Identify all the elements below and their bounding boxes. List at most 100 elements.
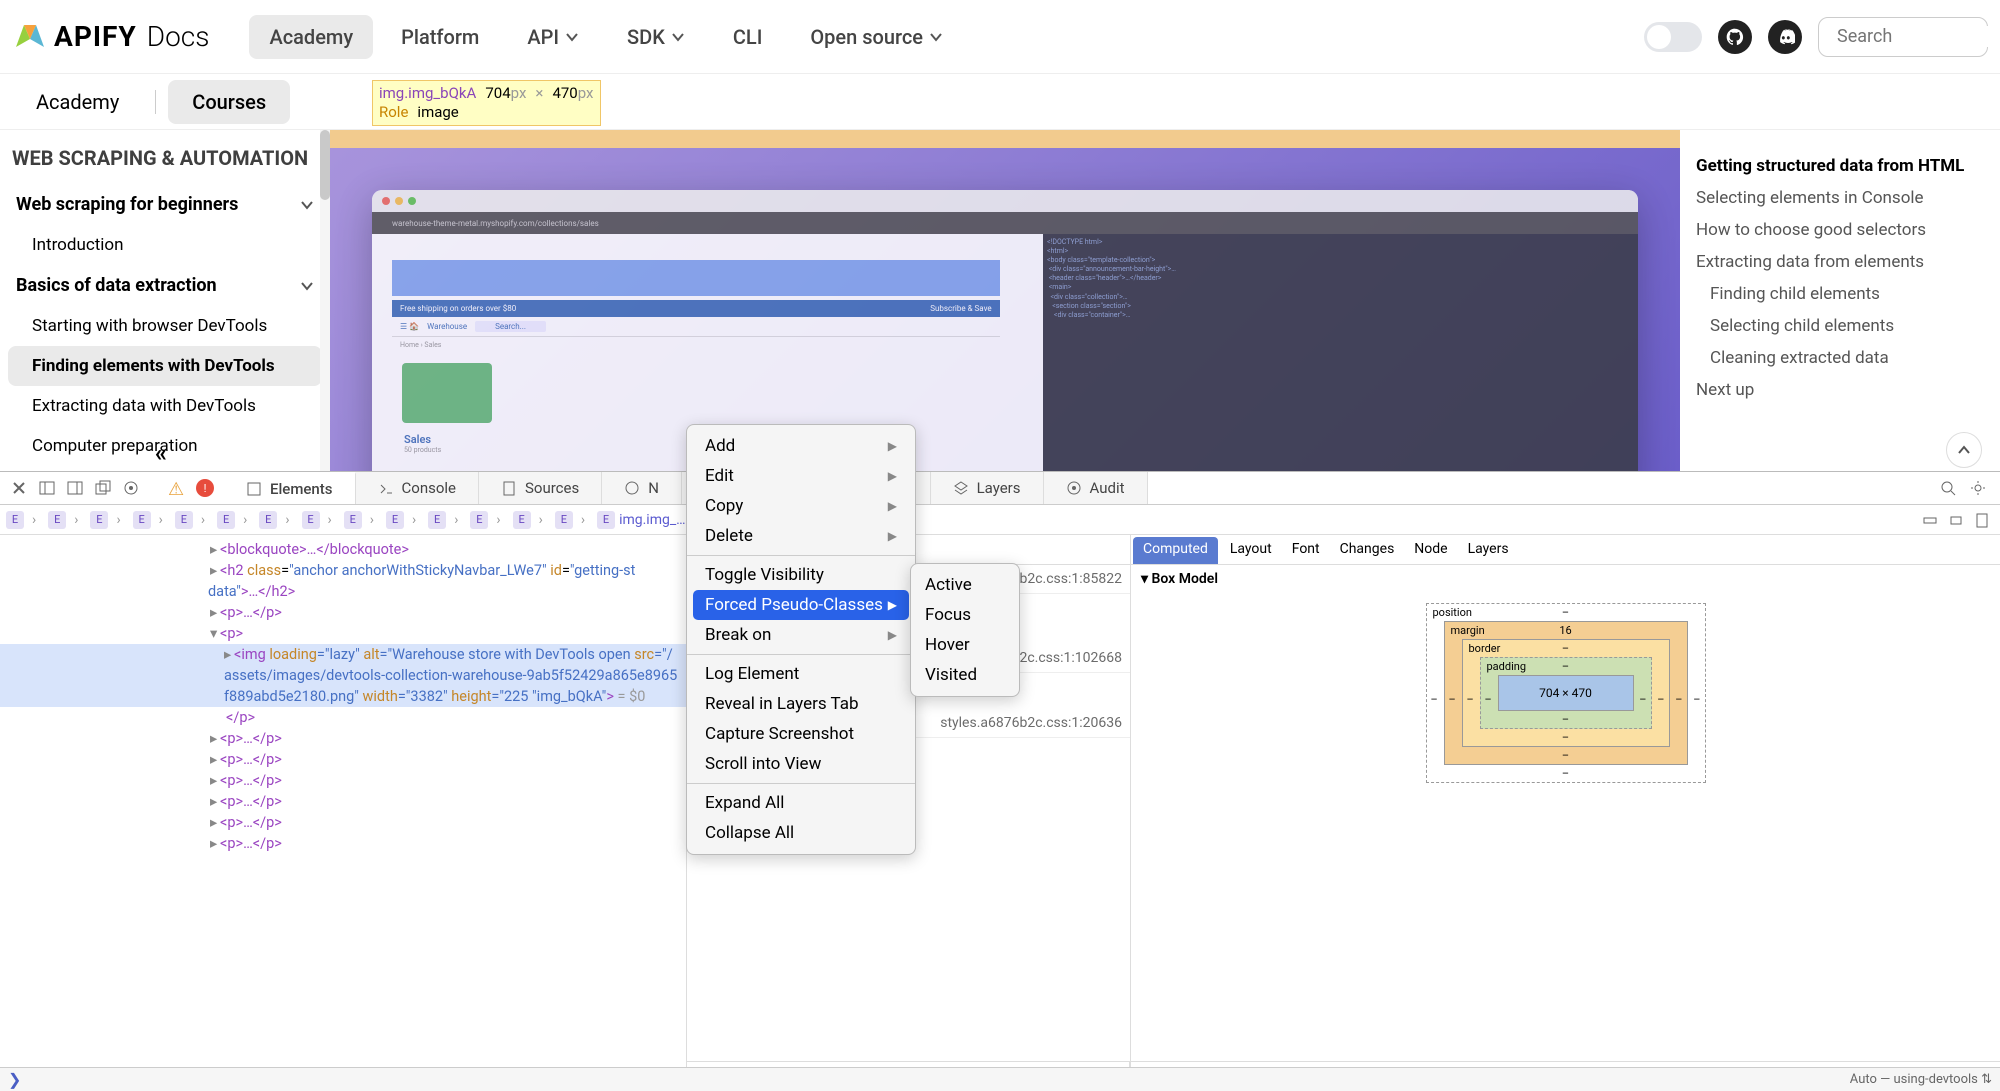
toc-item[interactable]: Extracting data from elements [1696, 246, 1984, 278]
toc-item[interactable]: Selecting elements in Console [1696, 182, 1984, 214]
computed-panel: Computed Layout Font Changes Node Layers… [1130, 535, 2000, 1091]
warning-icon[interactable]: ⚠ [168, 479, 186, 497]
search-icon[interactable] [1940, 480, 1956, 496]
nav-cli[interactable]: CLI [713, 15, 783, 59]
tab-changes[interactable]: Changes [1330, 535, 1405, 564]
nav-api[interactable]: API [507, 15, 599, 59]
sidebar-intro[interactable]: Introduction [8, 225, 322, 265]
gear-icon[interactable] [1970, 480, 1986, 496]
collapse-sidebar-icon[interactable]: « [155, 439, 167, 467]
ctx-forced-pseudo[interactable]: Forced Pseudo-Classes▶ [693, 590, 909, 620]
divider [155, 90, 156, 114]
dock-left-icon[interactable] [38, 479, 56, 497]
ctx-reveal-layers[interactable]: Reveal in Layers Tab [687, 689, 915, 719]
chevron-up-icon [1957, 443, 1971, 457]
inspect-tooltip: img.img_bQkA 704px × 470px Role image [372, 80, 601, 126]
sidebar-basics[interactable]: Basics of data extraction [8, 265, 322, 306]
theme-toggle[interactable] [1644, 22, 1702, 52]
toc-item[interactable]: Getting structured data from HTML [1696, 150, 1984, 182]
breadcrumb-item[interactable]: E [464, 509, 506, 531]
sidebar-scrollbar[interactable] [320, 130, 330, 471]
ctx-delete[interactable]: Delete▶ [687, 521, 915, 551]
breadcrumb-item[interactable]: E [253, 509, 295, 531]
breadcrumb-item[interactable]: E [42, 509, 84, 531]
breadcrumb-item[interactable]: E [84, 509, 126, 531]
tab-computed[interactable]: Computed [1133, 537, 1218, 564]
ctx-log-element[interactable]: Log Element [687, 659, 915, 689]
sub-academy[interactable]: Academy [12, 80, 143, 124]
logo[interactable]: APIFY Docs [12, 19, 209, 55]
tab-elements[interactable]: Elements [224, 472, 356, 504]
css-link[interactable]: styles.a6876b2c.css:1:20636 [940, 715, 1122, 731]
dock-right-icon[interactable] [66, 479, 84, 497]
ctx-collapse-all[interactable]: Collapse All [687, 818, 915, 848]
ctx-capture-screenshot[interactable]: Capture Screenshot [687, 719, 915, 749]
nav-academy[interactable]: Academy [249, 15, 373, 59]
device-icon[interactable] [1974, 512, 1990, 528]
toc-subitem[interactable]: Finding child elements [1696, 278, 1984, 310]
tab-network[interactable]: N [602, 472, 682, 504]
breadcrumb-item[interactable]: E [338, 509, 380, 531]
top-nav: Academy Platform API SDK CLI Open source [249, 15, 963, 59]
box-model-label: ▾ Box Model [1131, 565, 2000, 593]
search-box[interactable]: ⌘ K [1818, 17, 1988, 57]
sidebar-item[interactable]: Starting with browser DevTools [8, 306, 322, 346]
ctx-break-on[interactable]: Break on▶ [687, 620, 915, 650]
sidebar-item-active[interactable]: Finding elements with DevTools [8, 346, 322, 386]
ctx-pseudo-visited[interactable]: Visited [911, 660, 1019, 690]
breadcrumb-item[interactable]: E [127, 509, 169, 531]
top-header: APIFY Docs Academy Platform API SDK CLI … [0, 0, 2000, 74]
ctx-toggle-visibility[interactable]: Toggle Visibility [687, 560, 915, 590]
github-icon[interactable] [1718, 20, 1752, 54]
breadcrumb-item[interactable]: E [296, 509, 338, 531]
audit-icon [1066, 480, 1082, 496]
ctx-scroll-into-view[interactable]: Scroll into View [687, 749, 915, 779]
discord-icon[interactable] [1768, 20, 1802, 54]
nav-sdk[interactable]: SDK [607, 15, 705, 59]
breadcrumb-item[interactable]: E [422, 509, 464, 531]
sub-courses[interactable]: Courses [168, 80, 290, 124]
breadcrumb-item[interactable]: E [169, 509, 211, 531]
scroll-top-button[interactable] [1946, 432, 1982, 468]
ctx-add[interactable]: Add▶ [687, 431, 915, 461]
breadcrumb-item[interactable]: E [380, 509, 422, 531]
error-icon[interactable]: ! [196, 479, 214, 497]
nav-opensource[interactable]: Open source [790, 15, 963, 59]
ctx-expand-all[interactable]: Expand All [687, 788, 915, 818]
tab-sources[interactable]: Sources [479, 472, 602, 504]
nav-platform[interactable]: Platform [381, 15, 499, 59]
tab-layout[interactable]: Layout [1220, 535, 1282, 564]
logo-text-main: APIFY [54, 20, 137, 53]
toc-next[interactable]: Next up [1696, 374, 1984, 406]
tab-layers-comp[interactable]: Layers [1458, 535, 1519, 564]
network-icon [624, 480, 640, 496]
breadcrumb-item[interactable]: E [211, 509, 253, 531]
tab-layers[interactable]: Layers [931, 472, 1044, 504]
tab-font[interactable]: Font [1282, 535, 1330, 564]
search-input[interactable] [1837, 26, 2000, 47]
target-icon[interactable] [122, 479, 140, 497]
console-prompt-icon[interactable]: ❯ [8, 1070, 21, 1089]
dock-window-icon[interactable] [94, 479, 112, 497]
ctx-pseudo-focus[interactable]: Focus [911, 600, 1019, 630]
ctx-edit[interactable]: Edit▶ [687, 461, 915, 491]
toc-subitem[interactable]: Cleaning extracted data [1696, 342, 1984, 374]
breadcrumb-item[interactable]: E [549, 509, 591, 531]
sidebar-root[interactable]: Web scraping for beginners [8, 184, 322, 225]
tab-audit[interactable]: Audit [1044, 472, 1148, 504]
breadcrumb-item[interactable]: E [0, 509, 42, 531]
ctx-copy[interactable]: Copy▶ [687, 491, 915, 521]
print-icon[interactable] [1948, 512, 1964, 528]
close-icon[interactable] [10, 479, 28, 497]
elements-tree[interactable]: ▸<blockquote>…</blockquote> ▸<h2 class="… [0, 535, 686, 1091]
ctx-pseudo-active[interactable]: Active [911, 570, 1019, 600]
tab-node[interactable]: Node [1404, 535, 1457, 564]
breadcrumb-item[interactable]: E [507, 509, 549, 531]
main: WEB SCRAPING & AUTOMATION Web scraping f… [0, 130, 2000, 471]
ruler-icon[interactable] [1922, 512, 1938, 528]
tab-console[interactable]: Console [356, 472, 480, 504]
toc-item[interactable]: How to choose good selectors [1696, 214, 1984, 246]
sidebar-item[interactable]: Extracting data with DevTools [8, 386, 322, 426]
toc-subitem[interactable]: Selecting child elements [1696, 310, 1984, 342]
ctx-pseudo-hover[interactable]: Hover [911, 630, 1019, 660]
